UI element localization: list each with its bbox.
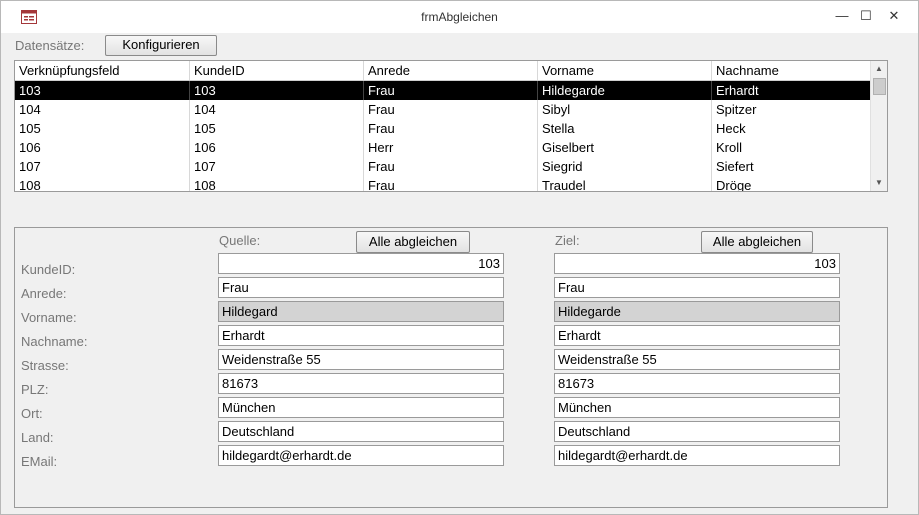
label-email: EMail:	[21, 454, 58, 469]
vertical-scrollbar[interactable]: ▲ ▼	[870, 61, 887, 191]
table-cell[interactable]: Giselbert	[538, 138, 712, 157]
label-plz: PLZ:	[21, 382, 49, 397]
target-plz-field[interactable]: 81673	[554, 373, 840, 394]
form-body: Datensätze: Konfigurieren Verknüpfungsfe…	[1, 33, 918, 514]
table-cell[interactable]: 107	[190, 157, 364, 176]
table-cell[interactable]: 108	[15, 176, 190, 191]
form-window: frmAbgleichen — ☐ ✕ Datensätze: Konfigur…	[0, 0, 919, 515]
source-email-field[interactable]: hildegardt@erhardt.de	[218, 445, 504, 466]
label-anrede: Anrede:	[21, 286, 67, 301]
target-land-field[interactable]: Deutschland	[554, 421, 840, 442]
source-anrede-field[interactable]: Frau	[218, 277, 504, 298]
table-cell[interactable]: 106	[190, 138, 364, 157]
source-strasse-field[interactable]: Weidenstraße 55	[218, 349, 504, 370]
source-vorname-field[interactable]: Hildegard	[218, 301, 504, 322]
table-cell[interactable]: Frau	[364, 176, 538, 191]
label-vorname: Vorname:	[21, 310, 77, 325]
table-cell[interactable]: 103	[190, 81, 364, 100]
table-cell[interactable]: Traudel	[538, 176, 712, 191]
scroll-thumb[interactable]	[873, 78, 886, 95]
target-kundeid-field[interactable]: 103	[554, 253, 840, 274]
table-cell[interactable]: Kroll	[712, 138, 870, 157]
table-cell[interactable]: Stella	[538, 119, 712, 138]
table-cell[interactable]: Hildegarde	[538, 81, 712, 100]
target-header: Ziel:	[555, 233, 580, 248]
source-header: Quelle:	[219, 233, 261, 248]
table-cell[interactable]: 104	[15, 100, 190, 119]
table-row[interactable]: 106 106 Herr Giselbert Kroll	[15, 138, 870, 157]
column-header[interactable]: Anrede	[364, 61, 538, 80]
table-cell[interactable]: Spitzer	[712, 100, 870, 119]
table-cell[interactable]: 107	[15, 157, 190, 176]
label-kundeid: KundeID:	[21, 262, 76, 277]
table-cell[interactable]: Frau	[364, 81, 538, 100]
close-button[interactable]: ✕	[880, 5, 908, 27]
table-row[interactable]: 105 105 Frau Stella Heck	[15, 119, 870, 138]
table-cell[interactable]: 108	[190, 176, 364, 191]
table-cell[interactable]: Frau	[364, 119, 538, 138]
source-kundeid-field[interactable]: 103	[218, 253, 504, 274]
table-row[interactable]: 103 103 Frau Hildegarde Erhardt	[15, 81, 870, 100]
target-anrede-field[interactable]: Frau	[554, 277, 840, 298]
scroll-up-arrow-icon[interactable]: ▲	[871, 61, 887, 77]
target-vorname-field[interactable]: Hildegarde	[554, 301, 840, 322]
table-cell[interactable]: 106	[15, 138, 190, 157]
records-datasheet[interactable]: Verknüpfungsfeld KundeID Anrede Vorname …	[14, 60, 888, 192]
sync-all-source-button[interactable]: Alle abgleichen	[356, 231, 470, 253]
table-cell[interactable]: 103	[15, 81, 190, 100]
table-cell[interactable]: Dröge	[712, 176, 870, 191]
grid-header: Verknüpfungsfeld KundeID Anrede Vorname …	[15, 61, 870, 81]
label-strasse: Strasse:	[21, 358, 69, 373]
comparison-panel: Quelle: Alle abgleichen Ziel: Alle abgle…	[14, 227, 888, 508]
table-cell[interactable]: Sibyl	[538, 100, 712, 119]
table-cell[interactable]: Erhardt	[712, 81, 870, 100]
column-header[interactable]: Vorname	[538, 61, 712, 80]
configure-button[interactable]: Konfigurieren	[105, 35, 217, 56]
table-row[interactable]: 108 108 Frau Traudel Dröge	[15, 176, 870, 191]
target-nachname-field[interactable]: Erhardt	[554, 325, 840, 346]
table-row[interactable]: 104 104 Frau Sibyl Spitzer	[15, 100, 870, 119]
table-cell[interactable]: Siefert	[712, 157, 870, 176]
target-ort-field[interactable]: München	[554, 397, 840, 418]
label-nachname: Nachname:	[21, 334, 88, 349]
source-land-field[interactable]: Deutschland	[218, 421, 504, 442]
table-cell[interactable]: 104	[190, 100, 364, 119]
target-strasse-field[interactable]: Weidenstraße 55	[554, 349, 840, 370]
source-ort-field[interactable]: München	[218, 397, 504, 418]
table-cell[interactable]: Frau	[364, 100, 538, 119]
table-cell[interactable]: 105	[190, 119, 364, 138]
table-cell[interactable]: Herr	[364, 138, 538, 157]
table-cell[interactable]: Siegrid	[538, 157, 712, 176]
source-plz-field[interactable]: 81673	[218, 373, 504, 394]
target-email-field[interactable]: hildegardt@erhardt.de	[554, 445, 840, 466]
table-cell[interactable]: 105	[15, 119, 190, 138]
column-header[interactable]: KundeID	[190, 61, 364, 80]
table-cell[interactable]: Frau	[364, 157, 538, 176]
table-cell[interactable]: Heck	[712, 119, 870, 138]
table-row[interactable]: 107 107 Frau Siegrid Siefert	[15, 157, 870, 176]
source-nachname-field[interactable]: Erhardt	[218, 325, 504, 346]
label-land: Land:	[21, 430, 54, 445]
column-header[interactable]: Nachname	[712, 61, 870, 80]
title-bar: frmAbgleichen — ☐ ✕	[1, 1, 918, 33]
maximize-button[interactable]: ☐	[852, 5, 880, 27]
records-label: Datensätze:	[15, 38, 85, 53]
sync-all-target-button[interactable]: Alle abgleichen	[701, 231, 813, 253]
scroll-down-arrow-icon[interactable]: ▼	[871, 175, 887, 191]
column-header[interactable]: Verknüpfungsfeld	[15, 61, 190, 80]
window-title: frmAbgleichen	[421, 10, 498, 24]
label-ort: Ort:	[21, 406, 43, 421]
